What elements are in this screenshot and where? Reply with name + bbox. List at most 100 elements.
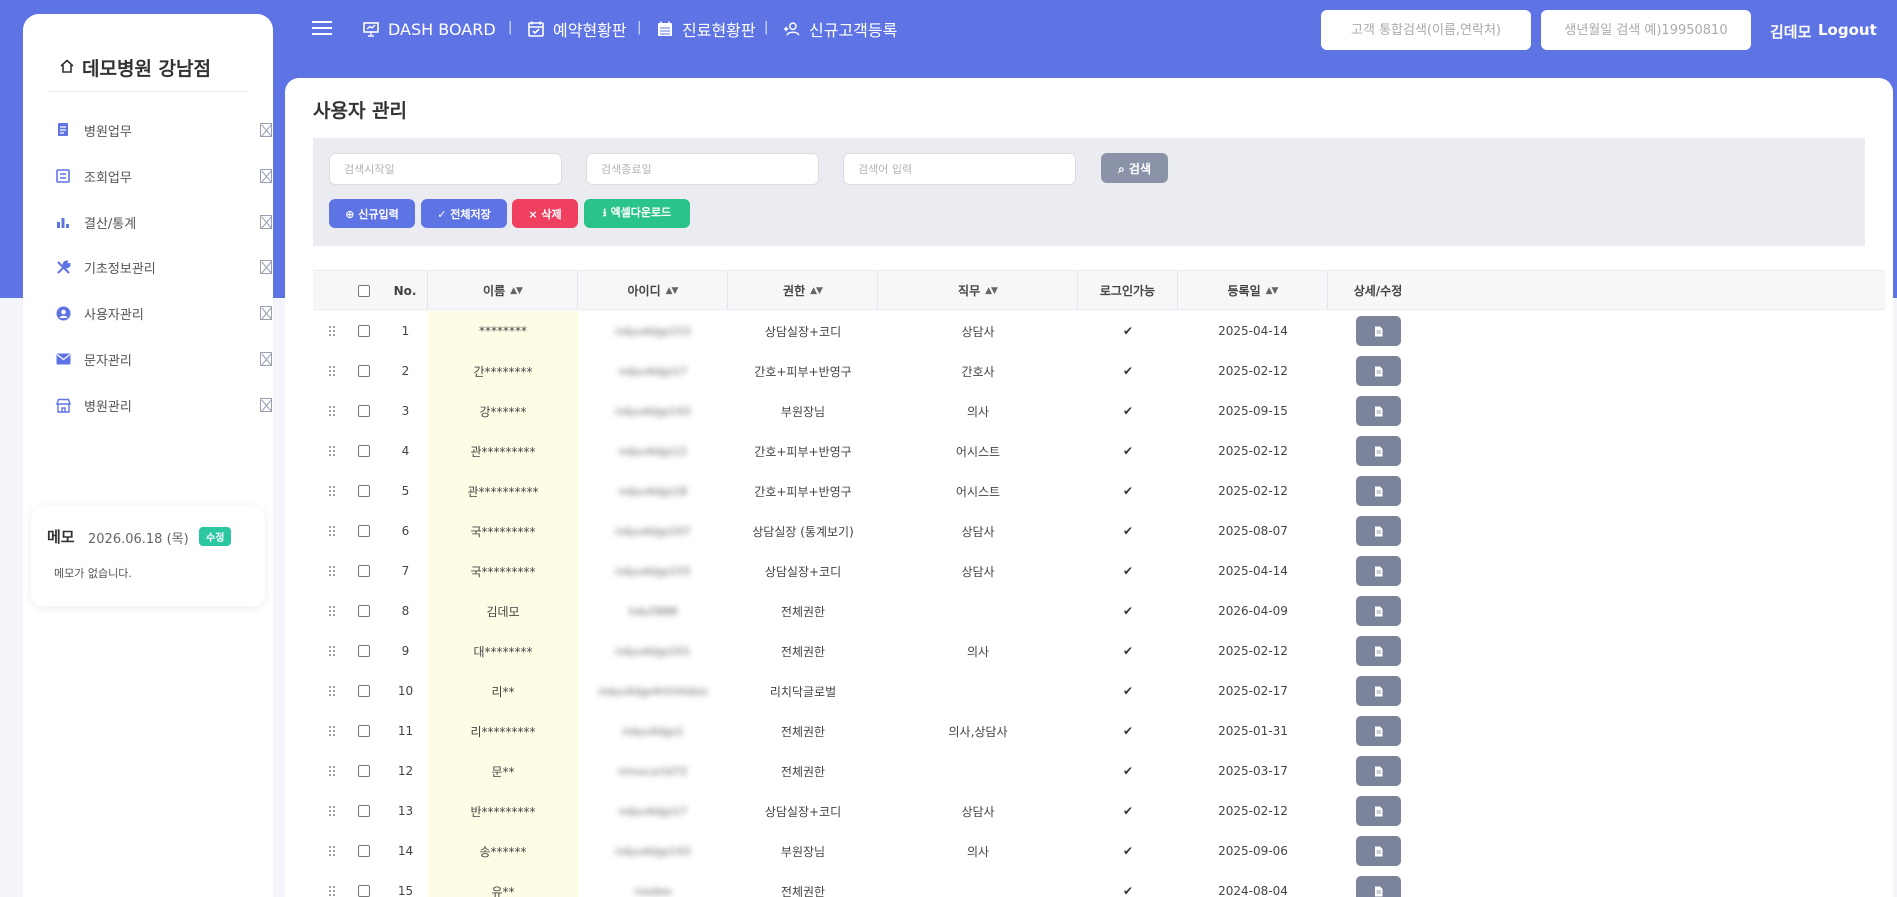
row-checkbox[interactable]: [358, 365, 370, 377]
detail-edit-button[interactable]: [1355, 436, 1401, 466]
row-checkbox[interactable]: [358, 685, 370, 697]
row-checkbox[interactable]: [358, 325, 370, 337]
detail-edit-button[interactable]: [1355, 676, 1401, 706]
list-icon: [55, 168, 71, 184]
sidebar-item-3[interactable]: 기초정보관리: [55, 251, 272, 283]
row-checkbox[interactable]: [358, 565, 370, 577]
logout-button[interactable]: Logout: [1818, 21, 1877, 39]
th-id[interactable]: 아이디 ▲▼: [578, 271, 728, 310]
detail-edit-button[interactable]: [1355, 756, 1401, 786]
drag-handle-icon[interactable]: [328, 805, 336, 817]
th-role[interactable]: 권한 ▲▼: [728, 271, 878, 310]
pin-toggle-icon[interactable]: [260, 123, 272, 137]
detail-edit-button[interactable]: [1355, 716, 1401, 746]
drag-handle-icon[interactable]: [328, 405, 336, 417]
detail-edit-button[interactable]: [1355, 516, 1401, 546]
main-panel: 사용자 관리 ⌕ 검색 ⊕ 신규입력 ✓ 전체저장 × 삭제 ⭳ 엑셀다운로드: [285, 78, 1893, 897]
drag-handle-icon[interactable]: [328, 365, 336, 377]
drag-handle-icon[interactable]: [328, 725, 336, 737]
cell-name: 김데모: [428, 591, 578, 631]
end-date-input[interactable]: [586, 153, 819, 185]
sidebar-item-0[interactable]: 병원업무: [55, 114, 272, 146]
birthdate-search-input[interactable]: [1541, 10, 1751, 50]
sidebar-item-4[interactable]: 사용자관리: [55, 297, 272, 329]
sort-icon: ▲▼: [810, 285, 823, 296]
nav-dashboard[interactable]: DASH BOARD: [362, 18, 496, 40]
drag-handle-icon[interactable]: [328, 445, 336, 457]
hamburger-menu-icon[interactable]: [312, 21, 332, 37]
detail-edit-button[interactable]: [1355, 556, 1401, 586]
select-all-checkbox[interactable]: [358, 284, 370, 297]
detail-edit-button[interactable]: [1355, 356, 1401, 386]
drag-handle-icon[interactable]: [328, 845, 336, 857]
cell-role: 전체권한: [780, 724, 826, 739]
th-name[interactable]: 이름 ▲▼: [428, 271, 578, 310]
cell-reg-date: 2025-09-15: [1218, 404, 1288, 418]
row-checkbox[interactable]: [358, 645, 370, 657]
detail-edit-button[interactable]: [1355, 796, 1401, 826]
detail-edit-button[interactable]: [1355, 876, 1401, 897]
cell-id: rsodeo: [634, 884, 672, 897]
search-button[interactable]: ⌕ 검색: [1101, 153, 1168, 183]
sidebar-item-2[interactable]: 결산/통계: [55, 206, 272, 238]
th-job[interactable]: 직무 ▲▼: [878, 271, 1078, 310]
row-checkbox[interactable]: [358, 845, 370, 857]
row-checkbox[interactable]: [358, 445, 370, 457]
drag-handle-icon[interactable]: [328, 525, 336, 537]
row-checkbox[interactable]: [358, 405, 370, 417]
detail-edit-button[interactable]: [1355, 396, 1401, 426]
save-all-button[interactable]: ✓ 전체저장: [421, 199, 507, 228]
table-row: 11 리********* ndyu4dgs1 전체권한 의사,상담사 ✔ 2025-01-…: [313, 711, 1885, 751]
th-reg-date[interactable]: 등록일 ▲▼: [1178, 271, 1328, 310]
cell-name: 리**: [428, 671, 578, 711]
detail-edit-button[interactable]: [1355, 476, 1401, 506]
drag-handle-icon[interactable]: [328, 325, 336, 337]
detail-edit-button[interactable]: [1355, 596, 1401, 626]
cell-id: ndyu4dgs4rtnhtdoo: [598, 684, 708, 698]
drag-handle-icon[interactable]: [328, 685, 336, 697]
sort-icon: ▲▼: [510, 285, 523, 296]
row-checkbox[interactable]: [358, 485, 370, 497]
drag-handle-icon[interactable]: [328, 605, 336, 617]
cell-reg-date: 2026-04-09: [1218, 604, 1288, 618]
row-checkbox[interactable]: [358, 765, 370, 777]
sidebar-item-5[interactable]: 문자관리: [55, 343, 272, 375]
drag-handle-icon[interactable]: [328, 885, 336, 897]
cell-job: [878, 751, 1078, 791]
nav-treatment-board[interactable]: 진료현황판: [656, 18, 756, 40]
detail-edit-button[interactable]: [1355, 636, 1401, 666]
hospital-brand[interactable]: 데모병원 강남점: [59, 54, 211, 81]
pin-toggle-icon[interactable]: [260, 215, 272, 229]
drag-handle-icon[interactable]: [328, 565, 336, 577]
drag-handle-icon[interactable]: [328, 485, 336, 497]
row-checkbox[interactable]: [358, 725, 370, 737]
pin-toggle-icon[interactable]: [260, 398, 272, 412]
row-checkbox[interactable]: [358, 885, 370, 897]
pin-toggle-icon[interactable]: [260, 169, 272, 183]
sidebar-item-1[interactable]: 조회업무: [55, 160, 272, 192]
drag-handle-icon[interactable]: [328, 765, 336, 777]
memo-edit-button[interactable]: 수정: [199, 527, 232, 546]
new-entry-button[interactable]: ⊕ 신규입력: [329, 199, 415, 228]
pin-toggle-icon[interactable]: [260, 352, 272, 366]
table-row: 7 국********* ndyu4dgs155 상담실장+코디 상담사 ✔ 2025-04…: [313, 551, 1885, 591]
pin-toggle-icon[interactable]: [260, 306, 272, 320]
start-date-input[interactable]: [329, 153, 562, 185]
pin-toggle-icon[interactable]: [260, 260, 272, 274]
sidebar-item-6[interactable]: 병원관리: [55, 389, 272, 421]
drag-handle-icon[interactable]: [328, 645, 336, 657]
row-checkbox[interactable]: [358, 605, 370, 617]
customer-search-input[interactable]: [1321, 10, 1531, 50]
nav-new-customer[interactable]: 신규고객등록: [783, 18, 897, 40]
detail-edit-button[interactable]: [1355, 836, 1401, 866]
nav-reservation-board[interactable]: 예약현황판: [527, 18, 627, 40]
sort-icon: ▲▼: [665, 285, 679, 296]
keyword-input[interactable]: [843, 153, 1076, 185]
cell-name: 대********: [428, 631, 578, 671]
row-checkbox[interactable]: [358, 525, 370, 537]
cell-reg-date: 2025-02-12: [1218, 804, 1288, 818]
row-checkbox[interactable]: [358, 805, 370, 817]
delete-button[interactable]: × 삭제: [512, 199, 578, 228]
detail-edit-button[interactable]: [1355, 316, 1401, 346]
excel-download-button[interactable]: ⭳ 엑셀다운로드: [584, 199, 690, 228]
